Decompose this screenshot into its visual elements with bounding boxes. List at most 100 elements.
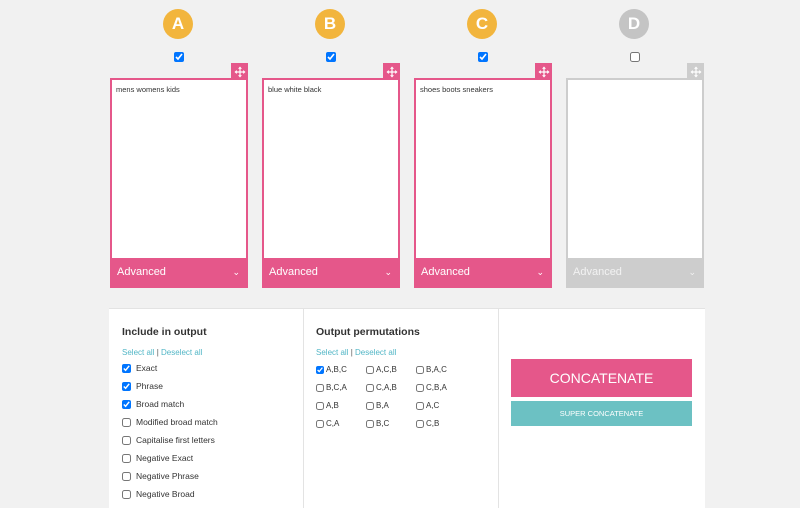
chevron-down-icon: ⌄ — [536, 266, 544, 277]
perm-checkbox[interactable] — [416, 401, 424, 410]
column-a-advanced-toggle[interactable]: Advanced ⌄ — [112, 258, 246, 286]
column-b-advanced-toggle[interactable]: Advanced ⌄ — [264, 258, 398, 286]
permutations-deselect-all-link[interactable]: Deselect all — [355, 348, 396, 357]
output-option-phrase[interactable]: Phrase — [122, 381, 163, 391]
output-option-capitalise[interactable]: Capitalise first letters — [122, 435, 215, 445]
output-option-label: Negative Phrase — [136, 471, 199, 481]
perm-label: C,B,A — [426, 383, 447, 392]
column-b-badge: B — [315, 9, 345, 39]
output-select-all-link[interactable]: Select all — [122, 348, 154, 357]
perm-checkbox[interactable] — [416, 419, 424, 428]
perm-ba[interactable]: B,A — [366, 401, 389, 410]
advanced-label: Advanced — [117, 266, 166, 278]
column-b-enable-checkbox[interactable] — [326, 52, 336, 62]
perm-checkbox[interactable] — [366, 419, 374, 428]
output-modified-broad-checkbox[interactable] — [122, 417, 131, 427]
column-c-advanced-toggle[interactable]: Advanced ⌄ — [416, 258, 550, 286]
output-option-modified-broad[interactable]: Modified broad match — [122, 417, 218, 427]
perm-checkbox[interactable] — [316, 383, 324, 392]
perm-label: C,A — [326, 419, 340, 428]
output-negative-broad-checkbox[interactable] — [122, 489, 131, 499]
output-negative-exact-checkbox[interactable] — [122, 453, 131, 463]
perm-label: A,C,B — [376, 365, 397, 374]
perm-label: C,A,B — [376, 383, 397, 392]
column-d-enable-checkbox[interactable] — [630, 52, 640, 62]
perm-bac[interactable]: B,A,C — [416, 365, 447, 374]
perm-checkbox[interactable] — [366, 365, 374, 374]
perm-ca[interactable]: C,A — [316, 419, 339, 428]
perm-checkbox[interactable] — [366, 401, 374, 410]
perm-label: A,C — [426, 401, 440, 410]
output-option-negative-phrase[interactable]: Negative Phrase — [122, 471, 199, 481]
perm-checkbox[interactable] — [316, 401, 324, 410]
output-option-negative-broad[interactable]: Negative Broad — [122, 489, 195, 499]
options-panel: Include in output Select all | Deselect … — [109, 308, 705, 508]
output-permutations-title: Output permutations — [316, 326, 420, 338]
chevron-down-icon: ⌄ — [384, 266, 392, 277]
advanced-label: Advanced — [421, 266, 470, 278]
perm-label: C,B — [426, 419, 440, 428]
column-a-enable-checkbox[interactable] — [174, 52, 184, 62]
advanced-label: Advanced — [269, 266, 318, 278]
perm-cb[interactable]: C,B — [416, 419, 439, 428]
column-d-advanced-toggle[interactable]: Advanced ⌄ — [568, 258, 702, 286]
permutations-select-all-link[interactable]: Select all — [316, 348, 348, 357]
perm-label: A,B,C — [326, 365, 347, 374]
output-option-label: Capitalise first letters — [136, 435, 215, 445]
perm-bca[interactable]: B,C,A — [316, 383, 347, 392]
column-b-box: blue white black Advanced ⌄ — [262, 78, 400, 288]
output-negative-phrase-checkbox[interactable] — [122, 471, 131, 481]
perm-checkbox[interactable] — [416, 383, 424, 392]
column-c-box: shoes boots sneakers Advanced ⌄ — [414, 78, 552, 288]
perm-acb[interactable]: A,C,B — [366, 365, 397, 374]
output-broad-match-checkbox[interactable] — [122, 399, 131, 409]
output-phrase-checkbox[interactable] — [122, 381, 131, 391]
chevron-down-icon: ⌄ — [232, 266, 240, 277]
perm-ab[interactable]: A,B — [316, 401, 339, 410]
perm-cba[interactable]: C,B,A — [416, 383, 447, 392]
perm-label: B,C — [376, 419, 390, 428]
perm-label: B,A — [376, 401, 389, 410]
perm-checkbox[interactable] — [366, 383, 374, 392]
output-permutations-section: Output permutations Select all | Deselec… — [304, 309, 499, 508]
column-b-keywords-input[interactable]: blue white black — [264, 80, 398, 258]
separator: | — [350, 348, 353, 357]
advanced-label: Advanced — [573, 266, 622, 278]
column-c-keywords-input[interactable]: shoes boots sneakers — [416, 80, 550, 258]
output-option-exact[interactable]: Exact — [122, 363, 157, 373]
include-in-output-section: Include in output Select all | Deselect … — [109, 309, 304, 508]
perm-bc[interactable]: B,C — [366, 419, 389, 428]
move-arrows-icon — [690, 66, 701, 77]
chevron-down-icon: ⌄ — [688, 266, 696, 277]
perm-label: B,A,C — [426, 365, 447, 374]
perm-abc[interactable]: A,B,C — [316, 365, 347, 374]
perm-label: A,B — [326, 401, 339, 410]
super-concatenate-button[interactable]: SUPER CONCATENATE — [511, 401, 692, 426]
output-capitalise-checkbox[interactable] — [122, 435, 131, 445]
output-option-negative-exact[interactable]: Negative Exact — [122, 453, 193, 463]
column-c-badge: C — [467, 9, 497, 39]
concatenate-button[interactable]: CONCATENATE — [511, 359, 692, 397]
perm-cab[interactable]: C,A,B — [366, 383, 397, 392]
output-option-broad-match[interactable]: Broad match — [122, 399, 184, 409]
column-a-keywords-input[interactable]: mens womens kids — [112, 80, 246, 258]
include-in-output-title: Include in output — [122, 326, 207, 338]
perm-checkbox[interactable] — [316, 365, 324, 374]
column-d-box: Advanced ⌄ — [566, 78, 704, 288]
output-option-label: Exact — [136, 363, 158, 373]
output-option-label: Broad match — [136, 399, 185, 409]
output-deselect-all-link[interactable]: Deselect all — [161, 348, 202, 357]
output-option-label: Phrase — [136, 381, 163, 391]
move-arrows-icon — [234, 66, 245, 77]
move-arrows-icon — [386, 66, 397, 77]
output-option-label: Negative Exact — [136, 453, 194, 463]
column-d-keywords-input[interactable] — [568, 80, 702, 258]
perm-ac[interactable]: A,C — [416, 401, 439, 410]
perm-label: B,C,A — [326, 383, 347, 392]
output-exact-checkbox[interactable] — [122, 363, 131, 373]
column-c-enable-checkbox[interactable] — [478, 52, 488, 62]
move-arrows-icon — [538, 66, 549, 77]
perm-checkbox[interactable] — [416, 365, 424, 374]
perm-checkbox[interactable] — [316, 419, 324, 428]
column-d-badge: D — [619, 9, 649, 39]
